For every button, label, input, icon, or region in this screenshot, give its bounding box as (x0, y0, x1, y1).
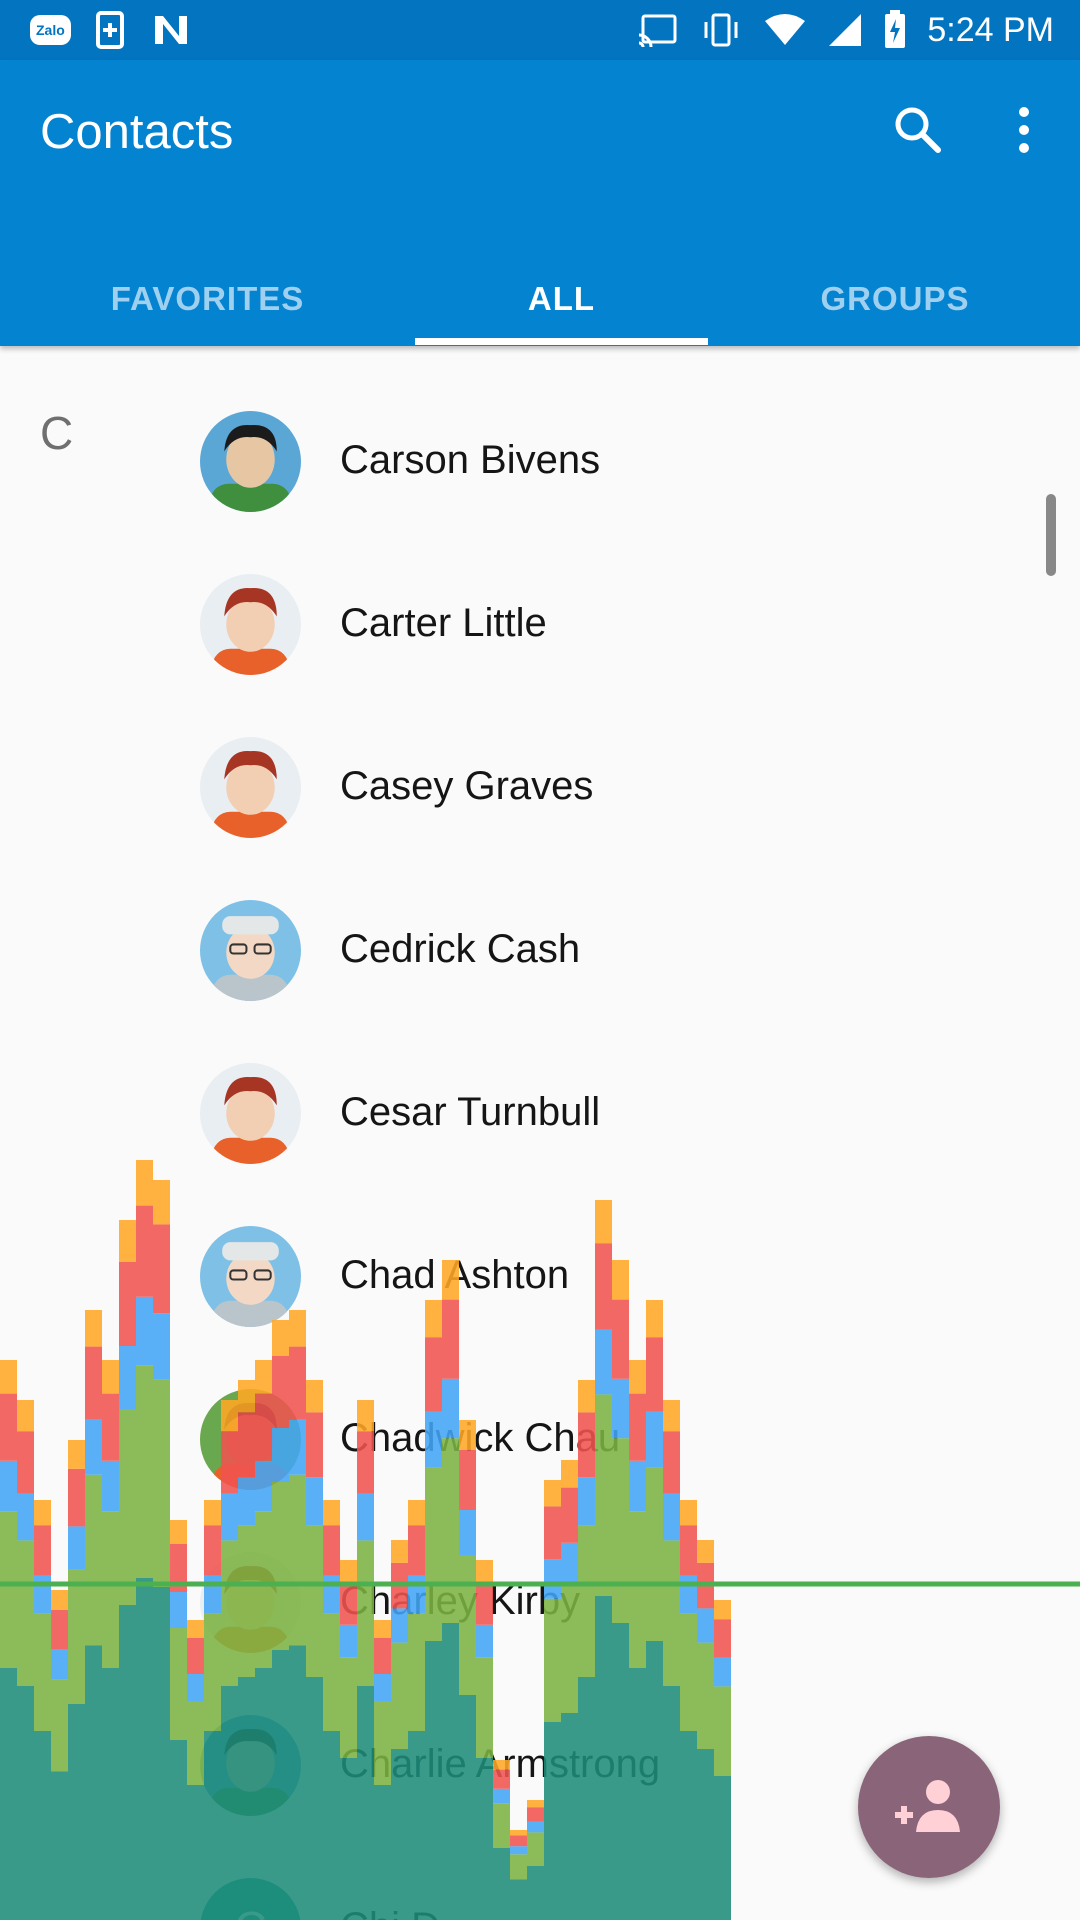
contact-name: Charlie Armstrong (340, 1742, 661, 1786)
contact-row[interactable]: Cedrick Cash (0, 868, 1080, 1031)
tab-groups[interactable]: GROUPS (760, 260, 1030, 346)
contact-avatar: C (200, 1878, 301, 1920)
contact-name: Charley Kirby (340, 1579, 581, 1623)
zalo-icon: Zalo (30, 15, 71, 45)
battery-charging-icon (885, 10, 906, 48)
status-time: 5:24 PM (927, 11, 1054, 49)
scrollbar[interactable] (1046, 494, 1056, 576)
contact-avatar (200, 1063, 301, 1164)
contact-row[interactable]: Cesar Turnbull (0, 1031, 1080, 1194)
contact-avatar (200, 574, 301, 675)
sim-add-icon (95, 11, 124, 49)
contact-row[interactable]: Charley Kirby (0, 1520, 1080, 1683)
contact-avatar (200, 737, 301, 838)
contact-name: Carson Bivens (340, 438, 601, 482)
tab-indicator (415, 338, 708, 345)
vibrate-icon (704, 13, 738, 47)
contact-list[interactable]: C Carson Bivens Carter Little Casey Grav… (0, 346, 1080, 1920)
contact-name: Cesar Turnbull (340, 1090, 601, 1134)
contact-avatar (200, 1715, 301, 1816)
contact-avatar (200, 1552, 301, 1653)
contact-avatar (200, 900, 301, 1001)
contact-avatar (200, 1226, 301, 1327)
cast-icon (639, 14, 677, 47)
notification-icons: Zalo (30, 10, 191, 50)
contact-row[interactable]: Carter Little (0, 542, 1080, 705)
add-contact-button[interactable] (858, 1736, 1000, 1878)
contact-avatar (200, 411, 301, 512)
search-button[interactable] (888, 100, 948, 160)
system-icons: 5:24 PM (637, 8, 1054, 52)
svg-text:C: C (234, 1904, 266, 1920)
contact-avatar (200, 1389, 301, 1490)
contact-name: Cedrick Cash (340, 927, 581, 971)
cell-signal-icon (829, 14, 862, 46)
n-app-icon (154, 16, 187, 44)
add-contact-icon (895, 1780, 960, 1832)
more-options-button[interactable] (1000, 100, 1048, 160)
contact-name: Chi D... (340, 1846, 473, 1920)
more-vert-icon (1019, 107, 1029, 153)
app-bar: Contacts FAVORITES ALL GROUPS (0, 60, 1080, 346)
contact-row[interactable]: Chadwick Chau (0, 1357, 1080, 1520)
contact-name: Chad Ashton (340, 1253, 570, 1297)
search-icon (895, 107, 941, 153)
contact-name: Casey Graves (340, 764, 594, 808)
tab-all[interactable]: ALL (415, 260, 708, 346)
wifi-icon (765, 14, 806, 45)
contact-row[interactable]: Casey Graves (0, 705, 1080, 868)
contact-name: Chadwick Chau (340, 1416, 621, 1460)
tab-bar: FAVORITES ALL GROUPS (0, 260, 1080, 346)
app-title: Contacts (40, 105, 234, 159)
contact-row[interactable]: Carson Bivens (0, 379, 1080, 542)
tab-favorites[interactable]: FAVORITES (40, 260, 375, 346)
contact-row[interactable]: Chad Ashton (0, 1194, 1080, 1357)
status-bar: Zalo 5:24 PM (0, 0, 1080, 60)
contact-name: Carter Little (340, 601, 547, 645)
